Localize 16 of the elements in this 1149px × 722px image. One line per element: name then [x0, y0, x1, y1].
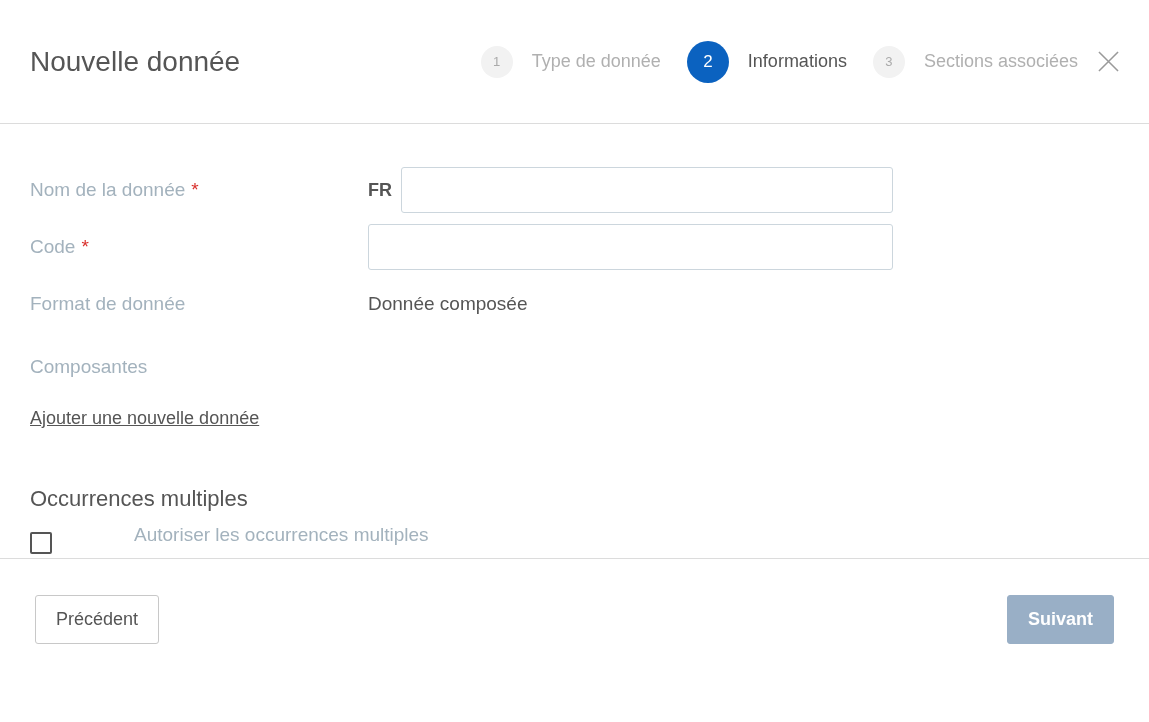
add-link[interactable]: Ajouter une nouvelle donnée	[30, 408, 260, 429]
checkbox[interactable]	[30, 532, 52, 554]
text-input[interactable]	[368, 224, 893, 270]
close-icon[interactable]	[1098, 51, 1119, 72]
field-label: Format de donnée	[30, 292, 187, 316]
dialog-title: Nouvelle donnée	[30, 45, 242, 78]
field-label: Code *	[30, 235, 90, 259]
checkbox-label: Autoriser les occurrences multiples	[134, 524, 429, 546]
previous-button[interactable]: Précédent	[35, 595, 160, 644]
section-heading: Occurrences multiples	[30, 486, 249, 512]
field-value: Donnée composée	[368, 293, 528, 315]
step-tab[interactable]: 2 Informations	[686, 40, 847, 83]
language-label: FR	[368, 179, 392, 201]
field-label: Nom de la donnée *	[30, 178, 200, 202]
text-input[interactable]	[401, 167, 893, 213]
field-label: Composantes	[30, 355, 149, 379]
